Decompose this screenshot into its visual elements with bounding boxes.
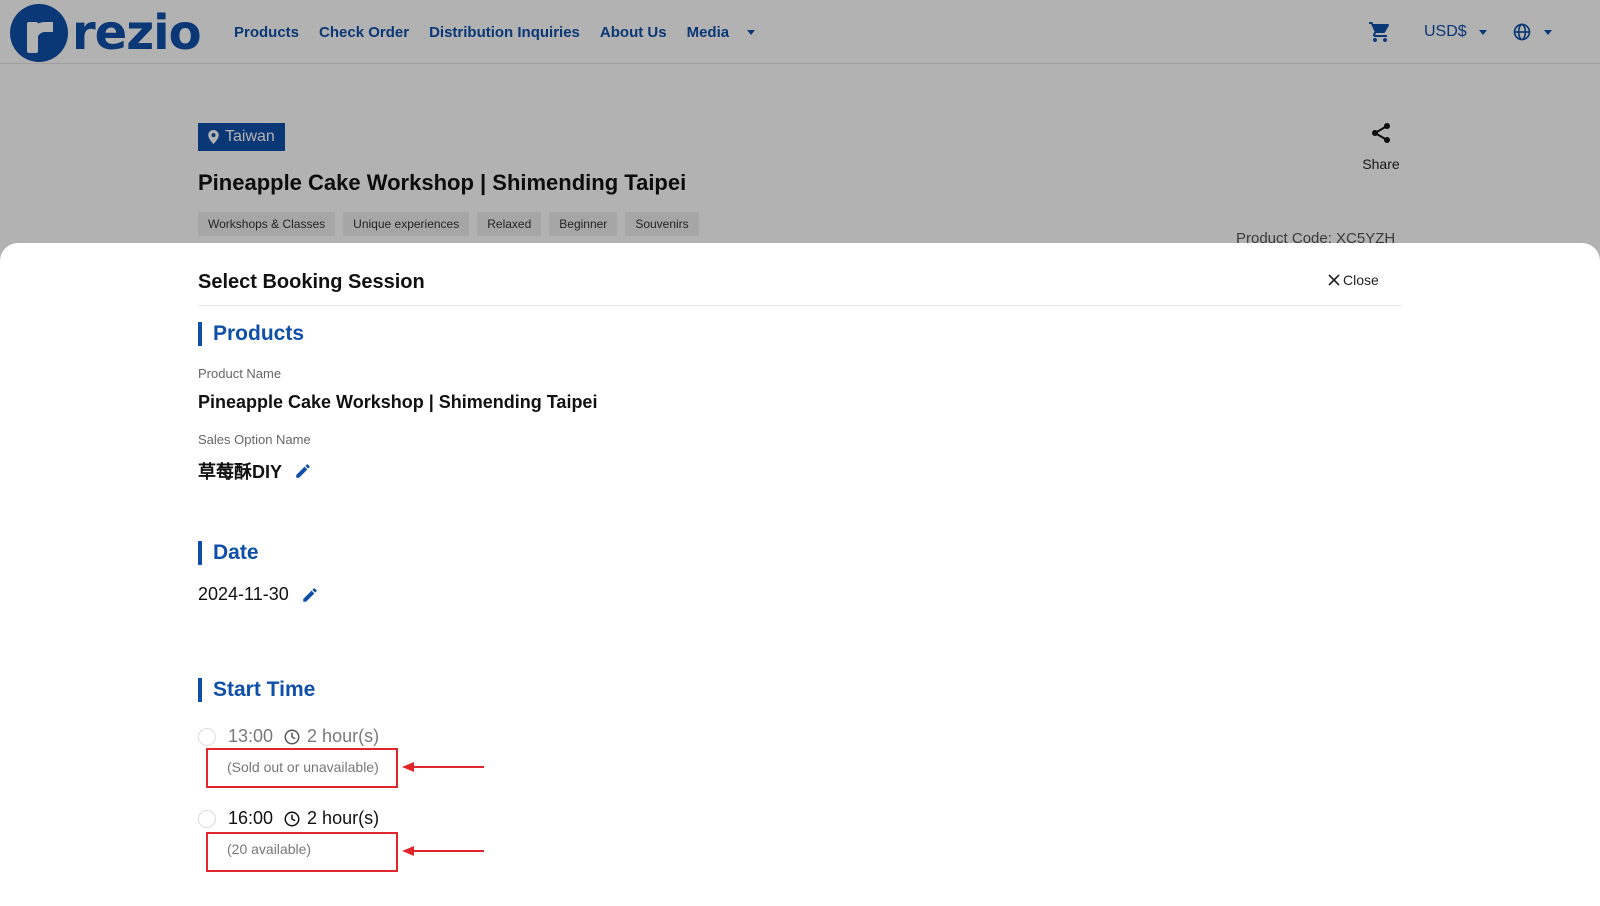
edit-date-button[interactable] [301,586,319,604]
annotation-arrow-icon [402,846,484,856]
date-heading: Date [198,541,259,565]
product-name-label: Product Name [198,366,282,381]
sales-option-text: 草莓酥DIY [198,462,283,482]
edit-sales-option-button[interactable] [294,462,312,480]
product-name-value: Pineapple Cake Workshop | Shimending Tai… [198,392,597,413]
session-option-1300[interactable]: 13:00 2 hour(s) [198,726,379,747]
start-time-heading: Start Time [198,678,315,702]
session-duration: 2 hour(s) [307,726,380,746]
session-time: 13:00 [228,726,274,746]
session-duration: 2 hour(s) [307,808,380,828]
session-radio[interactable] [198,809,216,828]
clock-icon [284,729,300,744]
sheet-title: Select Booking Session [198,271,425,293]
pencil-icon [303,587,317,602]
products-heading: Products [198,322,304,346]
session-radio[interactable] [198,727,216,746]
annotation-arrow-icon [402,762,484,772]
date-text: 2024-11-30 [198,584,289,604]
close-label: Close [1343,272,1379,288]
annotation-highlight-box [206,832,398,872]
session-option-1600[interactable]: 16:00 2 hour(s) [198,808,379,829]
close-button[interactable]: Close [1328,272,1379,288]
pencil-icon [296,464,310,478]
date-value: 2024-11-30 [198,584,319,605]
sheet-header: Select Booking Session Close [198,243,1402,306]
sales-option-value: 草莓酥DIY [198,458,312,484]
close-icon [1328,274,1340,286]
sales-option-label: Sales Option Name [198,432,311,447]
annotation-highlight-box [206,748,398,788]
session-time: 16:00 [228,808,274,828]
product-name-text: Pineapple Cake Workshop | Shimending Tai… [198,392,598,412]
clock-icon [284,811,300,826]
